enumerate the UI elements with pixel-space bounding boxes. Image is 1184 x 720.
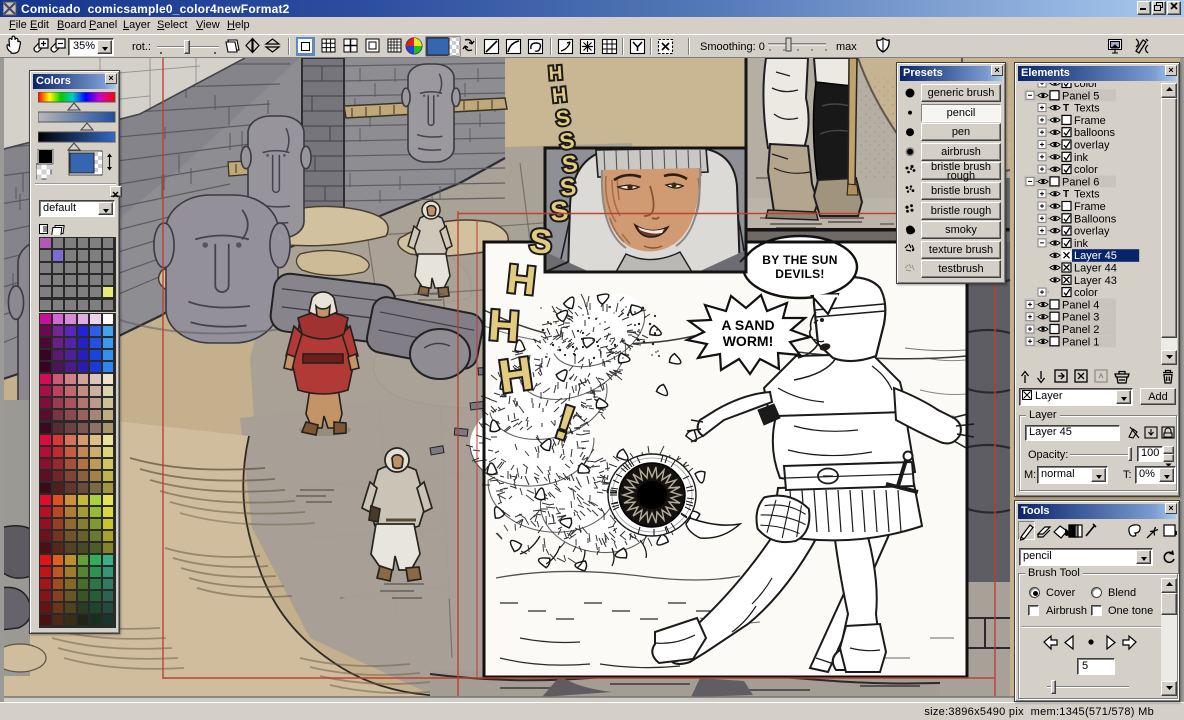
- svg-text:Balloons: Balloons: [1074, 213, 1117, 225]
- svg-text:Panel 1: Panel 1: [1062, 336, 1099, 348]
- svg-text:BY THE SUN: BY THE SUN: [762, 253, 837, 267]
- svg-text:Panel 3: Panel 3: [1062, 312, 1099, 324]
- svg-text:H: H: [551, 84, 568, 107]
- svg-text:Panel 4: Panel 4: [1062, 299, 1099, 311]
- svg-text:Frame: Frame: [1074, 201, 1106, 213]
- svg-text:Layer 45: Layer 45: [1074, 250, 1117, 262]
- svg-text:T: T: [1063, 189, 1069, 200]
- svg-text:color: color: [1074, 164, 1098, 176]
- svg-text:Panel 2: Panel 2: [1062, 324, 1099, 336]
- svg-text:Layer 43: Layer 43: [1074, 275, 1117, 287]
- svg-text:Panel 6: Panel 6: [1062, 176, 1099, 188]
- svg-text:H: H: [548, 63, 563, 85]
- svg-text:Texts: Texts: [1074, 189, 1100, 201]
- svg-text:H: H: [487, 301, 521, 351]
- svg-text:T: T: [1063, 103, 1069, 114]
- svg-text:Layer 44: Layer 44: [1074, 263, 1117, 275]
- svg-text:overlay: overlay: [1074, 140, 1110, 152]
- svg-text:S: S: [549, 196, 569, 227]
- svg-text:H: H: [505, 257, 538, 304]
- svg-text:balloons: balloons: [1074, 127, 1115, 139]
- svg-text:Texts: Texts: [1074, 103, 1100, 115]
- svg-text:overlay: overlay: [1074, 226, 1110, 238]
- svg-text:ink: ink: [1074, 238, 1089, 250]
- svg-text:Frame: Frame: [1074, 115, 1106, 127]
- svg-text:color: color: [1074, 287, 1098, 299]
- svg-text:A SAND: A SAND: [721, 317, 774, 333]
- svg-text:ink: ink: [1074, 152, 1089, 164]
- svg-text:color: color: [1074, 83, 1098, 90]
- svg-text:WORM!: WORM!: [723, 333, 774, 349]
- svg-text:Panel 5: Panel 5: [1062, 90, 1099, 102]
- svg-text:max: max: [836, 41, 857, 53]
- svg-text:DEVILS!: DEVILS!: [775, 267, 824, 281]
- svg-text:Smoothing: 0: Smoothing: 0: [700, 41, 765, 53]
- svg-text:S: S: [528, 222, 553, 261]
